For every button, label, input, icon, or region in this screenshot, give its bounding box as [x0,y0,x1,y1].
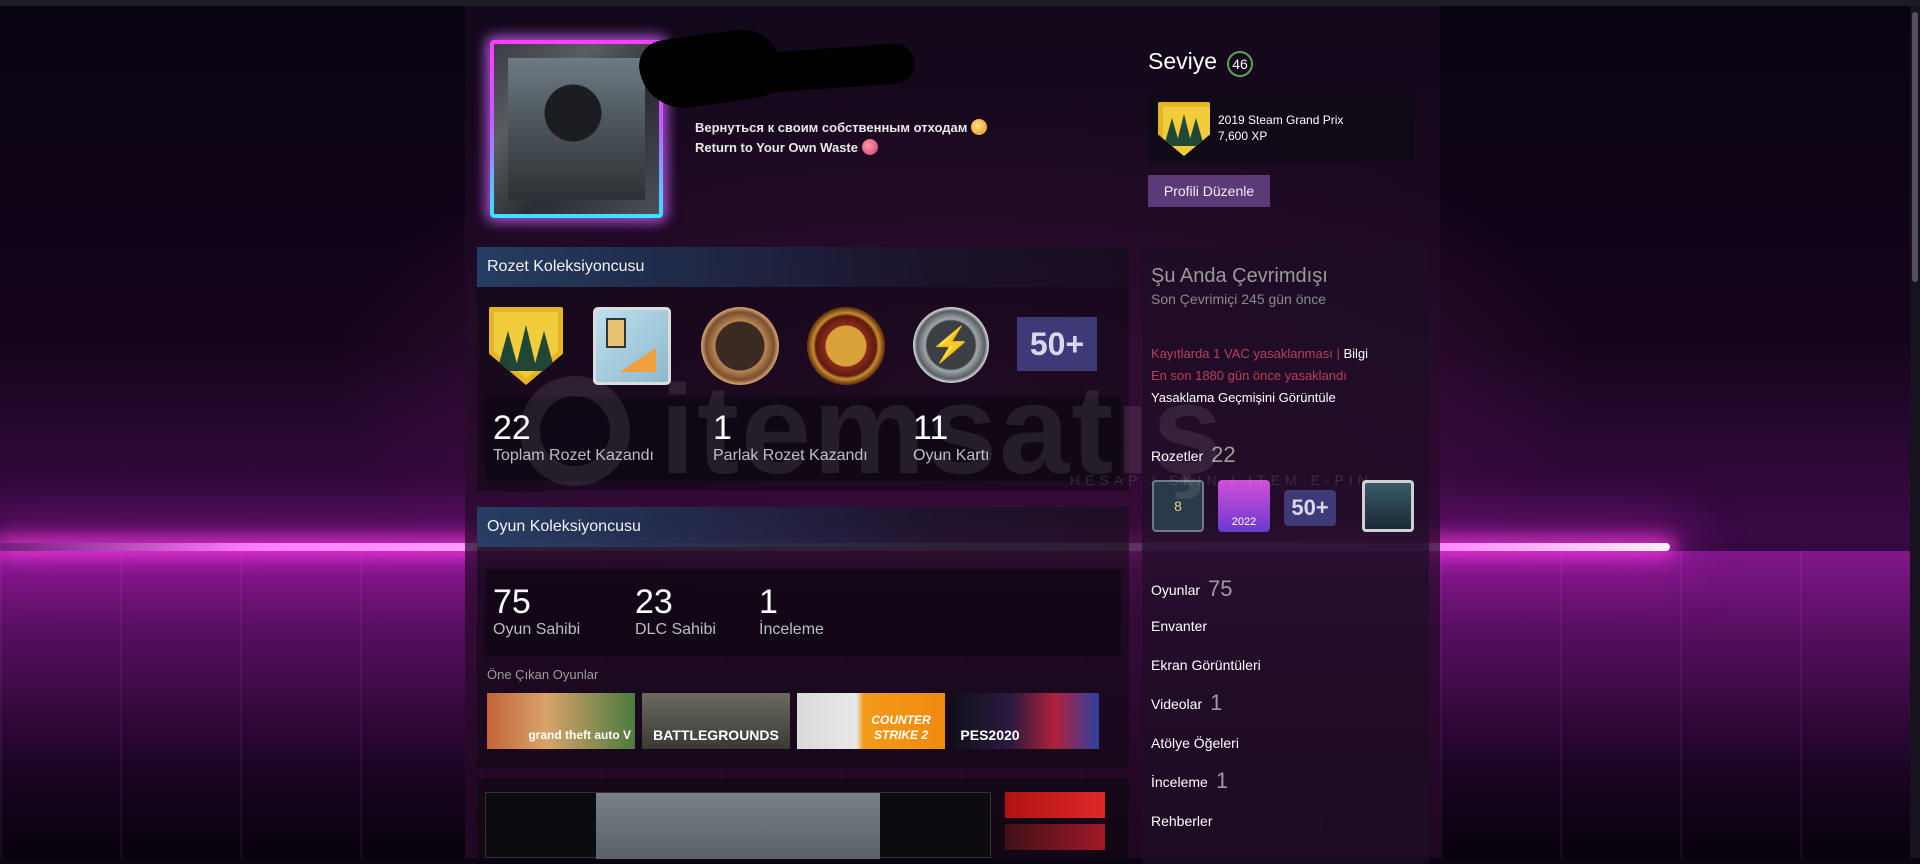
featured-game-pubg[interactable]: BATTLEGROUNDS [642,693,790,749]
reviews-link[interactable]: İnceleme 1 [1151,768,1228,794]
badge-stats: 22 Toplam Rozet Kazandı 1 Parlak Rozet K… [485,397,1121,481]
ban-history-link[interactable]: Yasaklama Geçmişini Görüntüle [1151,390,1336,405]
showcase-thumb-1[interactable] [1005,792,1105,818]
favorite-badge[interactable]: 2019 Steam Grand Prix 7,600 XP [1148,94,1415,162]
summary-line-1: Вернуться к своим собственным отходам [695,120,968,135]
more-badges-button[interactable]: 50+ [1017,317,1097,371]
workshop-link[interactable]: Atölye Öğeleri [1151,735,1239,751]
vac-ban-notice: Kayıtlarda 1 VAC yasaklanması | Bilgi [1151,346,1369,361]
online-status: Şu Anda Çevrimdışı [1151,265,1328,287]
game-stats: 75 Oyun Sahibi 23 DLC Sahibi 1 İnceleme [485,569,1121,655]
showcase-main-screenshot[interactable] [485,792,991,859]
videos-link[interactable]: Videolar 1 [1151,690,1222,716]
devil-emoji-icon [862,139,878,155]
lightning-badge-icon[interactable]: ⚡ [913,307,989,383]
featured-game-cs2[interactable]: COUNTER STRIKE 2 [797,693,945,749]
featured-game-pes2020[interactable]: PES2020 [951,693,1099,749]
level-value[interactable]: 46 [1227,51,1253,77]
featured-games-label: Öne Çıkan Oyunlar [487,667,599,682]
inventory-link[interactable]: Envanter [1151,618,1207,634]
stat-trading-cards[interactable]: 11 Oyun Kartı [913,409,989,465]
edit-profile-button[interactable]: Profili Düzenle [1148,175,1270,207]
avatar [508,58,645,200]
grand-prix-badge-icon [1158,102,1210,156]
screenshot-showcase-panel [477,778,1129,859]
badges-link[interactable]: Rozetler 22 [1151,442,1236,468]
pizza-music-badge-icon[interactable] [593,307,671,385]
badge-collector-title[interactable]: Rozet Koleksiyoncusu [477,247,1129,287]
stat-games-owned[interactable]: 75 Oyun Sahibi [493,583,580,639]
showcase-thumb-2[interactable] [1005,824,1105,850]
bronze-medal-badge-icon[interactable] [701,307,779,385]
grin-emoji-icon [971,119,988,135]
last-online: Son Çevrimiçi 245 gün önce [1151,291,1327,307]
page-scrollbar[interactable] [1910,6,1920,858]
summary-line-2: Return to Your Own Waste [695,140,858,155]
level-label: Seviye [1148,48,1218,74]
stat-reviews[interactable]: 1 İnceleme [759,583,824,639]
gold-skull-badge-icon[interactable] [807,307,885,385]
favorite-badge-xp: 7,600 XP [1218,129,1268,143]
badge-collector-panel: Rozet Koleksiyoncusu ⚡ 50+ 22 Toplam Roz… [477,247,1129,491]
small-badge-years-icon[interactable]: 8 [1152,480,1204,532]
small-badge-steam-2022-icon[interactable]: 2022 [1218,480,1270,532]
profile-page: Вернуться к своим собственным отходам Re… [465,6,1440,864]
vac-info-link[interactable]: Bilgi [1343,346,1368,361]
stat-dlc-owned[interactable]: 23 DLC Sahibi [635,583,716,639]
stat-foil-badges[interactable]: 1 Parlak Rozet Kazandı [713,409,868,465]
ban-days-ago: En son 1880 gün önce yasaklandı [1151,368,1347,383]
screenshots-link[interactable]: Ekran Görüntüleri [1151,657,1261,673]
stat-total-badges[interactable]: 22 Toplam Rozet Kazandı [493,409,654,465]
game-collector-panel: Oyun Koleksiyoncusu 75 Oyun Sahibi 23 DL… [477,507,1129,769]
right-column: Şu Anda Çevrimdışı Son Çevrimiçi 245 gün… [1142,246,1429,864]
small-badge-50plus-icon[interactable]: 50+ [1284,490,1336,526]
games-link[interactable]: Oyunlar 75 [1151,576,1233,602]
avatar-frame[interactable] [490,40,663,218]
small-badge-character-icon[interactable] [1362,480,1414,532]
profile-summary: Вернуться к своим собственным отходам Re… [695,118,988,158]
favorite-badge-name: 2019 Steam Grand Prix [1218,113,1344,127]
featured-game-gta-v[interactable]: grand theft auto V [487,693,635,749]
grand-prix-badge-icon[interactable] [489,307,563,385]
guides-link[interactable]: Rehberler [1151,813,1212,829]
scrollbar-thumb[interactable] [1912,12,1918,282]
game-collector-title[interactable]: Oyun Koleksiyoncusu [477,507,1129,547]
